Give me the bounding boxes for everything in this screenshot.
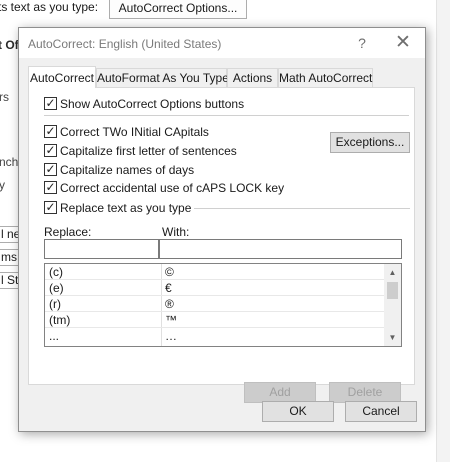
check-icon: ✓ — [45, 124, 56, 138]
check-icon: ✓ — [45, 200, 56, 214]
help-icon[interactable]: ? — [353, 34, 371, 52]
check-icon: ✓ — [45, 162, 56, 176]
list-item[interactable]: (r) ® — [45, 296, 384, 312]
bg-text: nch — [0, 155, 19, 169]
option-label: Capitalize first letter of sentences — [60, 144, 237, 158]
bg-scrollbar[interactable] — [436, 0, 450, 462]
check-icon: ✓ — [45, 96, 56, 110]
bg-autocorrect-label: ts text as you type: — [0, 0, 99, 14]
check-icon: ✓ — [45, 180, 56, 194]
list-scrollbar[interactable]: ▲ ▼ — [384, 264, 401, 346]
show-options-label: Show AutoCorrect Options buttons — [60, 97, 245, 111]
group-line — [193, 208, 410, 209]
option-label: Capitalize names of days — [60, 163, 195, 177]
exceptions-button[interactable]: Exceptions... — [330, 132, 410, 153]
divider — [44, 115, 409, 116]
correct-two-initial-capitals-checkbox[interactable]: ✓ — [44, 124, 57, 138]
list-item[interactable]: (e) € — [45, 280, 384, 296]
with-label: With: — [162, 225, 190, 239]
show-options-checkbox[interactable]: ✓ — [44, 96, 57, 110]
caps-lock-checkbox[interactable]: ✓ — [44, 180, 57, 194]
capitalize-days-checkbox[interactable]: ✓ — [44, 162, 57, 176]
list-item[interactable]: ... … — [45, 328, 384, 344]
list-item[interactable]: (tm) ™ — [45, 312, 384, 328]
replace-as-you-type-checkbox[interactable]: ✓ — [44, 200, 57, 214]
tab-autoformat-as-you-type[interactable]: AutoFormat As You Type — [96, 68, 229, 88]
bg-section-heading: t Of — [0, 38, 19, 52]
tab-math-autocorrect[interactable]: Math AutoCorrect — [278, 68, 373, 88]
tab-actions[interactable]: Actions — [227, 68, 278, 88]
option-label: Correct TWo INitial CApitals — [60, 125, 209, 139]
bg-text: y — [0, 178, 5, 192]
check-icon: ✓ — [45, 143, 56, 157]
bg-text: rs — [0, 90, 9, 104]
dialog-title: AutoCorrect: English (United States) — [28, 37, 222, 51]
title-bar[interactable]: AutoCorrect: English (United States) ? ✕ — [19, 28, 425, 58]
scroll-down-icon[interactable]: ▼ — [384, 329, 401, 346]
delete-button[interactable]: Delete — [329, 382, 401, 403]
autocorrect-options-button[interactable]: AutoCorrect Options... — [109, 0, 247, 19]
cancel-button[interactable]: Cancel — [345, 401, 417, 422]
close-icon[interactable]: ✕ — [392, 33, 414, 53]
tab-autocorrect[interactable]: AutoCorrect — [28, 66, 96, 88]
option-label: Correct accidental use of cAPS LOCK key — [60, 181, 285, 195]
scroll-thumb[interactable] — [387, 282, 398, 299]
add-button[interactable]: Add — [244, 382, 316, 403]
replace-label: Replace: — [44, 225, 92, 239]
list-item[interactable]: (c) © — [45, 264, 384, 280]
autocorrect-tab-panel: ✓ Show AutoCorrect Options buttons ✓ Cor… — [28, 87, 415, 403]
autocorrect-dialog: AutoCorrect: English (United States) ? ✕… — [18, 27, 426, 432]
capitalize-first-letter-checkbox[interactable]: ✓ — [44, 143, 57, 157]
scroll-up-icon[interactable]: ▲ — [384, 264, 401, 281]
replacement-list[interactable]: (c) © (e) € (r) ® (tm) ™ ... … ▲ ▼ — [44, 263, 402, 347]
with-input[interactable] — [159, 239, 402, 259]
ok-button[interactable]: OK — [262, 401, 334, 422]
replace-as-you-type-label: Replace text as you type — [60, 201, 195, 215]
replace-input[interactable] — [44, 239, 159, 259]
